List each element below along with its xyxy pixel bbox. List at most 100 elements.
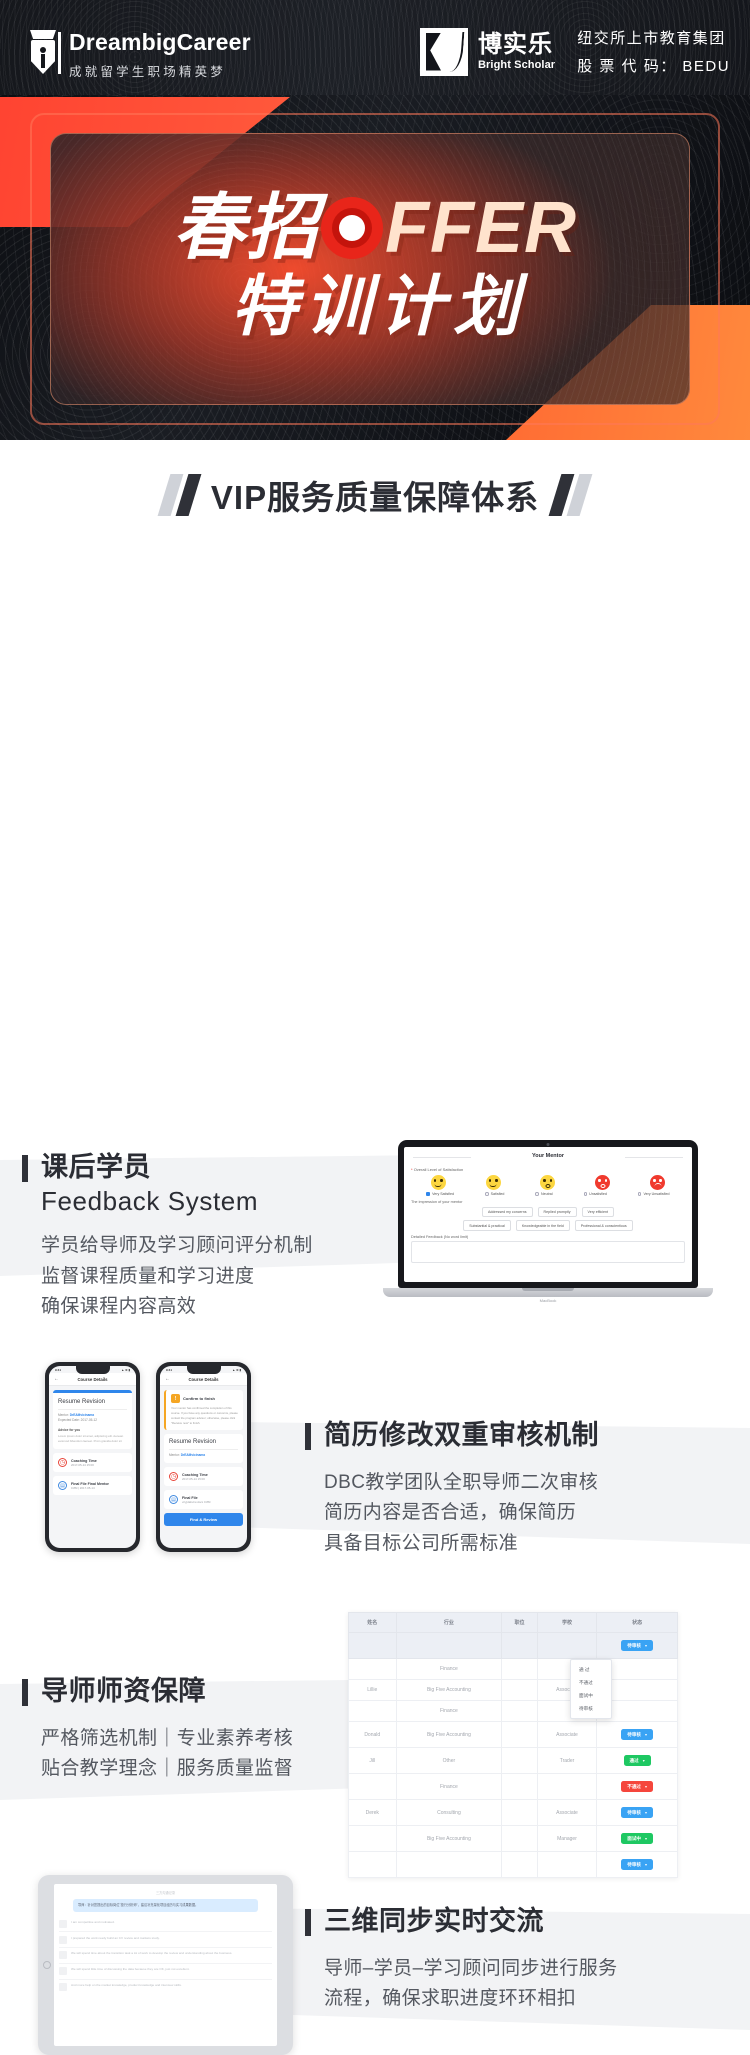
- status-cell[interactable]: 待审核 ▾: [596, 1799, 678, 1826]
- form-title: Your Mentor: [411, 1153, 685, 1163]
- dropdown-option-fail[interactable]: 不通过: [571, 1676, 611, 1689]
- confirm-notice: ! Confirm to finish Your mentor has conf…: [164, 1390, 243, 1430]
- impression-tag[interactable]: Replied promptly: [537, 1207, 577, 1218]
- coaching-time-card[interactable]: ◷ Coaching Time 2017-05-14 15:00: [164, 1467, 243, 1487]
- status-badge[interactable]: 面试中 ▾: [621, 1833, 654, 1844]
- phone-notch: [186, 1366, 221, 1374]
- tablet-screen: 三方沟通记录 导师：针对您提出的目标岗位"投行分析师"，建议补充量化项目经历与实…: [54, 1884, 277, 2046]
- impression-tag[interactable]: Substantial & practical: [463, 1220, 511, 1231]
- very-unsatisfied-emoji-icon[interactable]: [650, 1175, 666, 1190]
- item-sub: 0.8M | 2017-05-14: [71, 1485, 95, 1490]
- radio-marker: [426, 1192, 431, 1196]
- impression-tag[interactable]: Knowledgeable in the field: [515, 1220, 570, 1231]
- radio-unsatisfied[interactable]: Unsatisfied: [583, 1192, 607, 1196]
- mentor-meta: Mentor: DrEAMvicinama: [169, 1448, 238, 1458]
- row-marker: [59, 1951, 67, 1960]
- status-badge[interactable]: 待审核 ▾: [621, 1729, 654, 1740]
- feature-3-text: 导师师资保障 严格筛选机制｜专业素养考核 贴合教学理念｜服务质量监督: [22, 1674, 293, 1785]
- neutral-emoji-icon[interactable]: [540, 1175, 556, 1190]
- phone-notch: [75, 1366, 110, 1374]
- radio-very-satisfied[interactable]: Very Satisfied: [426, 1192, 454, 1196]
- radio-neutral[interactable]: Neutral: [535, 1192, 553, 1196]
- brand-tagline: 成就留学生职场精英梦: [69, 65, 227, 80]
- status-time: 9:41: [166, 1368, 173, 1372]
- feature-1-text: 课后学员 Feedback System 学员给导师及学习顾问评分机制 监督课程…: [22, 1150, 313, 1323]
- dropdown-option-pending[interactable]: 待审核: [571, 1702, 611, 1715]
- table-header-row: 姓名 行业 职位 学校 状态: [348, 1612, 678, 1633]
- status-cell[interactable]: 通过 ▾: [596, 1747, 678, 1774]
- divider: [59, 1963, 272, 1964]
- impression-label: The impression of your mentor: [411, 1200, 463, 1204]
- status-filter-badge[interactable]: 待审核 ▾: [621, 1640, 654, 1651]
- feature-3-accent-bar: [22, 1679, 28, 1706]
- expected-date: Expected Date: 2017-05-12: [58, 1418, 97, 1423]
- radio-very-unsatisfied[interactable]: Very Unsatisfied: [637, 1192, 669, 1196]
- back-arrow-icon[interactable]: ←: [54, 1376, 59, 1382]
- status-badge[interactable]: 不通过 ▾: [621, 1781, 654, 1792]
- impression-tags-row-1: Addressed my concerns Replied promptly V…: [411, 1207, 685, 1218]
- list-item: I prepared the work ready build an CV re…: [59, 1933, 272, 1946]
- dropdown-option-interviewing[interactable]: 面试中: [571, 1689, 611, 1702]
- bright-scholar-logo-icon: [420, 27, 468, 76]
- card-title: Resume Revision: [169, 1438, 217, 1445]
- hero-cn-prefix: 春招: [173, 188, 320, 269]
- status-cell[interactable]: 待审核 ▾: [596, 1851, 678, 1878]
- section-title: VIP服务质量保障体系: [210, 479, 540, 516]
- feature-1-description: 学员给导师及学习顾问评分机制 监督课程质量和学习进度 确保课程内容高效: [41, 1234, 313, 1318]
- nav-title: Course Details: [77, 1376, 108, 1382]
- feature-4-description: 导师–学员–学习顾问同步进行服务 流程，确保求职进度环环相扣: [324, 1957, 618, 2010]
- warning-icon: !: [171, 1394, 180, 1403]
- phone-mockup-left: 9:41 ▲ ≋ ▮ ← Course Details Resume Revis…: [45, 1362, 140, 1552]
- final-file-card[interactable]: ▤ Final File vriyjdabvrw.docx 0.8M: [164, 1490, 243, 1510]
- required-mark: *: [411, 1167, 413, 1172]
- unsatisfied-emoji-icon[interactable]: [595, 1175, 611, 1190]
- detailed-feedback-textarea[interactable]: [411, 1240, 685, 1263]
- status-badge[interactable]: 待审核 ▾: [621, 1807, 654, 1818]
- clock-icon: ◷: [58, 1458, 67, 1468]
- brand-name: DreambigCareer: [69, 29, 251, 55]
- impression-tags-row-2: Substantial & practical Knowledgeable in…: [411, 1220, 685, 1231]
- status-dropdown-menu[interactable]: 通 过 不通过 面试中 待审核: [570, 1659, 612, 1719]
- radio-satisfied[interactable]: Satisfied: [485, 1192, 504, 1196]
- item-sub: vriyjdabvrw.docx 0.8M: [182, 1499, 211, 1504]
- phone-mockup-right: 9:41 ▲ ≋ ▮ ← Course Details ! Confirm to…: [156, 1362, 251, 1552]
- notice-heading: ! Confirm to finish: [171, 1394, 238, 1403]
- impression-tag[interactable]: Professional & conscientious: [574, 1220, 633, 1231]
- hero-banner: 春招 FFER 特训计划: [0, 95, 750, 440]
- feature-1-title-cn: 课后学员: [41, 1152, 151, 1182]
- status-cell[interactable]: 面试中 ▾: [596, 1825, 678, 1852]
- table-row: Finance: [348, 1700, 678, 1722]
- laptop-screen-bezel: Your Mentor * Overall Level of Satisfact…: [398, 1140, 698, 1288]
- divider: [59, 1947, 272, 1948]
- list-item: We will spend time about the transition …: [59, 1949, 272, 1962]
- back-arrow-icon[interactable]: ←: [165, 1376, 170, 1382]
- find-and-review-button[interactable]: Find & Review: [164, 1513, 243, 1527]
- status-filter-cell[interactable]: 待审核 ▾: [596, 1632, 678, 1659]
- file-icon: ▤: [169, 1495, 178, 1505]
- radio-marker: [535, 1192, 539, 1196]
- final-file-card[interactable]: ▤ Final File Final Mentor 0.8M | 2017-05…: [53, 1476, 132, 1496]
- laptop-base-notch: [522, 1288, 574, 1291]
- tablet-frame: 三方沟通记录 导师：针对您提出的目标岗位"投行分析师"，建议补充量化项目经历与实…: [38, 1875, 293, 2055]
- ticker-info-line: 股 票 代 码： BEDU: [577, 58, 731, 75]
- satisfied-emoji-icon[interactable]: [485, 1175, 501, 1190]
- status-badge[interactable]: 通过 ▾: [623, 1755, 651, 1766]
- feature-1-accent-bar: [22, 1155, 28, 1182]
- impression-tag[interactable]: Very efficient: [581, 1207, 615, 1218]
- status-badge[interactable]: 待审核 ▾: [621, 1859, 654, 1870]
- coaching-time-card[interactable]: ◷ Coaching Time 2017-05-14 15:00: [53, 1453, 132, 1473]
- table-row: Big Five Accounting Manager 面试中 ▾: [348, 1825, 678, 1852]
- very-satisfied-emoji-icon[interactable]: [430, 1175, 446, 1190]
- impression-tag[interactable]: Addressed my concerns: [481, 1207, 533, 1218]
- table-row: Finance: [348, 1658, 678, 1680]
- dropdown-option-pass[interactable]: 通 过: [571, 1663, 611, 1676]
- status-cell[interactable]: 待审核 ▾: [596, 1721, 678, 1748]
- tablet-home-button-icon[interactable]: [43, 1961, 51, 1969]
- list-item: I am competitive and motivated.: [59, 1917, 272, 1930]
- chevron-down-icon: ▾: [645, 1862, 648, 1867]
- list-item: And more help on the market knowledge, p…: [59, 1980, 272, 1993]
- target-bullseye-icon: [321, 197, 384, 260]
- status-cell[interactable]: 不通过 ▾: [596, 1773, 678, 1800]
- status-icons: ▲ ≋ ▮: [121, 1368, 130, 1372]
- list-item: We will spend little time of discussing …: [59, 1965, 272, 1978]
